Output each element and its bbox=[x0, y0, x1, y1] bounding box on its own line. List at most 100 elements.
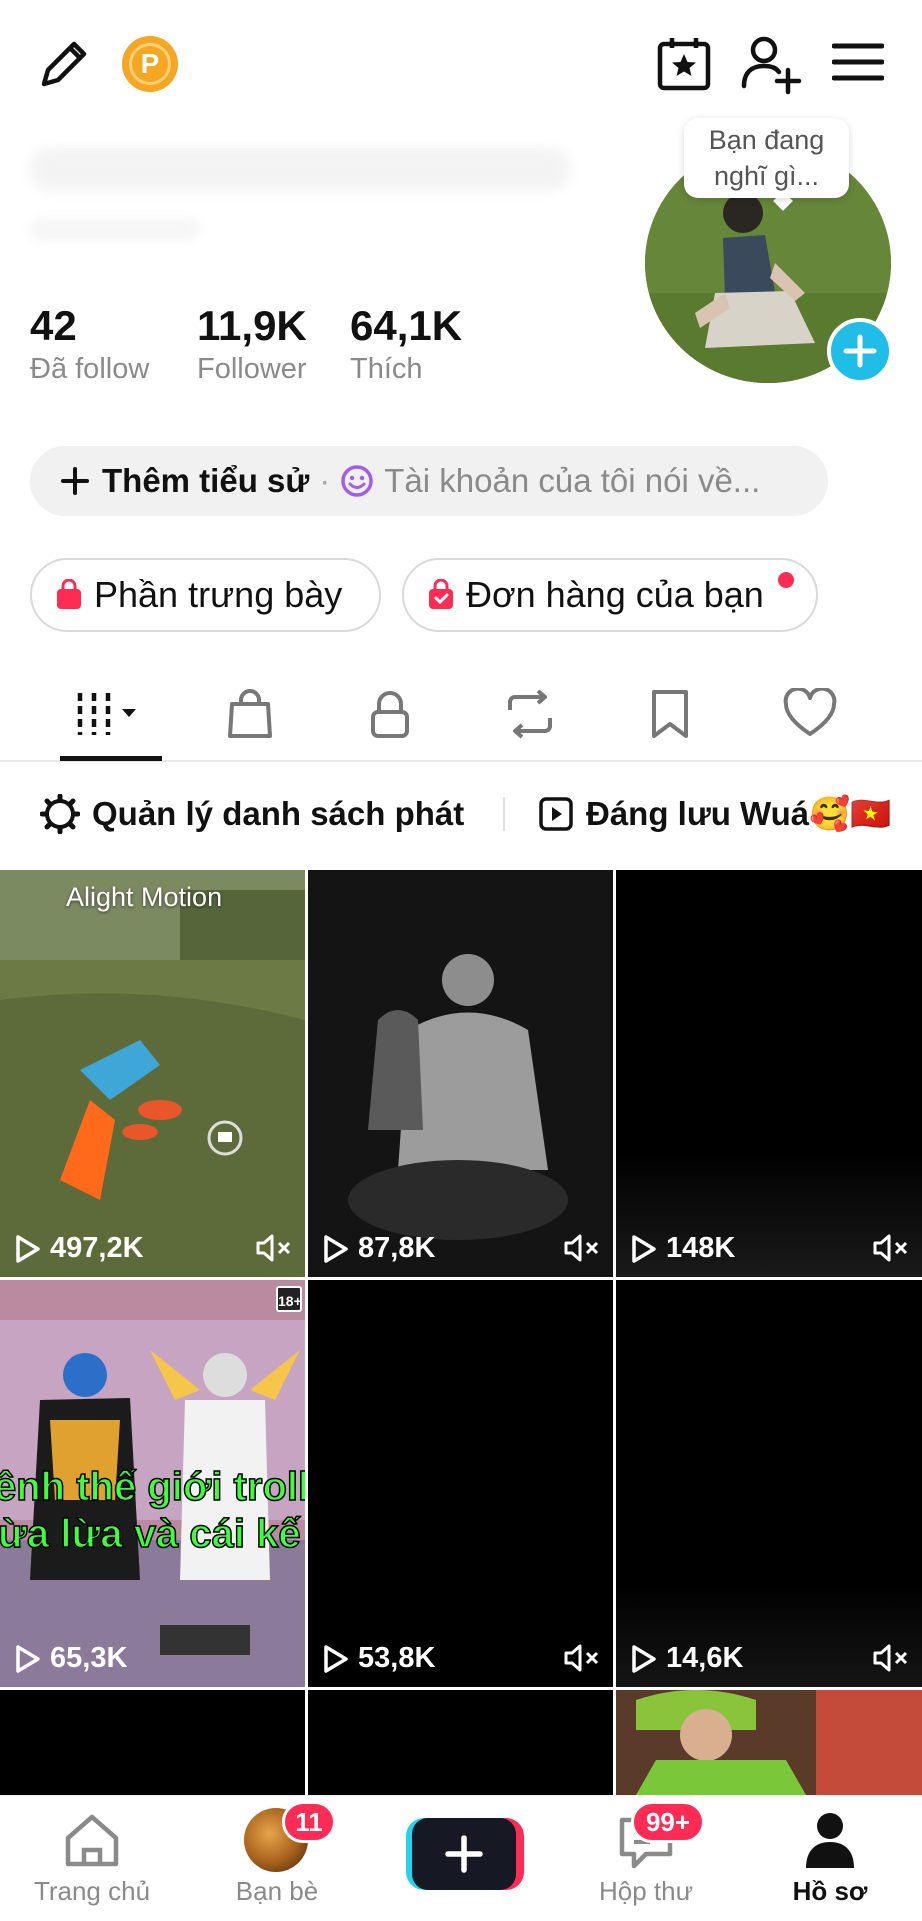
orders-label: Đơn hàng của bạn bbox=[466, 574, 764, 615]
video-6-views: 14,6K bbox=[630, 1642, 743, 1675]
view-count: 497,2K bbox=[50, 1232, 144, 1264]
add-friend-icon[interactable] bbox=[738, 32, 802, 96]
coin-letter: P bbox=[129, 43, 171, 85]
video-4-caption-line-1: ênh thế giới troll l bbox=[0, 1464, 305, 1510]
video-5-image bbox=[308, 1280, 613, 1687]
muted-icon bbox=[563, 1233, 601, 1263]
muted-icon bbox=[563, 1643, 601, 1673]
stat-followers-value: 11,9K bbox=[197, 302, 307, 349]
play-outline-icon bbox=[324, 1234, 348, 1263]
play-outline-icon bbox=[324, 1644, 348, 1673]
content-tabs bbox=[0, 668, 922, 762]
orders-chip[interactable]: Đơn hàng của bạn bbox=[402, 558, 818, 632]
grid-icon bbox=[77, 693, 136, 735]
plus-icon bbox=[843, 334, 877, 368]
heart-icon bbox=[783, 688, 837, 736]
add-story-button[interactable] bbox=[827, 318, 893, 384]
nav-friends[interactable]: 11 Bạn bè bbox=[202, 1796, 352, 1921]
view-count: 87,8K bbox=[358, 1232, 436, 1264]
menu-icon[interactable] bbox=[832, 40, 884, 84]
tab-reposts[interactable] bbox=[470, 668, 590, 760]
note-bubble[interactable]: Bạn đang nghĩ gì... bbox=[684, 118, 849, 198]
tab-private[interactable] bbox=[330, 668, 450, 760]
friends-badge: 11 bbox=[282, 1801, 336, 1843]
video-2-image bbox=[308, 870, 613, 1277]
add-bio-pill[interactable]: Thêm tiểu sử · Tài khoản của tôi nói về.… bbox=[30, 446, 828, 516]
playlist-divider bbox=[503, 797, 505, 831]
bottom-nav: Trang chủ 11 Bạn bè 99+ Hộp thư Hồ sơ bbox=[0, 1795, 922, 1921]
manage-playlists-label: Quản lý danh sách phát bbox=[92, 795, 465, 832]
video-thumbnail-3[interactable]: 148K bbox=[616, 870, 922, 1277]
add-bio-label: Thêm tiểu sử bbox=[102, 462, 310, 499]
play-outline-icon bbox=[16, 1644, 40, 1673]
nav-profile[interactable]: Hồ sơ bbox=[755, 1796, 905, 1921]
video-5-views: 53,8K bbox=[322, 1642, 435, 1675]
video-2-views: 87,8K bbox=[322, 1232, 435, 1265]
gear-icon bbox=[40, 794, 80, 834]
lock-icon bbox=[371, 691, 409, 738]
video-thumbnail-9[interactable] bbox=[616, 1690, 922, 1795]
video-1-views: 497,2K bbox=[14, 1232, 144, 1265]
repost-icon bbox=[508, 689, 552, 739]
calendar-star-icon[interactable] bbox=[654, 34, 714, 94]
video-3-views: 148K bbox=[630, 1232, 735, 1265]
plus-icon bbox=[61, 467, 89, 495]
watermark-text: Alight Motion bbox=[66, 882, 223, 912]
play-square-icon bbox=[539, 797, 573, 831]
play-outline-icon bbox=[632, 1644, 656, 1673]
playlist-row: Quản lý danh sách phát Đáng lưu Wuá🥰🇻🇳 bbox=[0, 776, 922, 852]
stat-followers-label: Follower bbox=[197, 353, 307, 385]
view-count: 53,8K bbox=[358, 1642, 436, 1674]
playlist-item[interactable]: Đáng lưu Wuá🥰🇻🇳 bbox=[538, 795, 891, 834]
tab-liked[interactable] bbox=[750, 668, 870, 760]
age-rating-badge: 18+ bbox=[276, 1286, 302, 1312]
shopping-bag-pink-icon bbox=[54, 579, 84, 611]
video-thumbnail-8[interactable] bbox=[308, 1690, 613, 1795]
view-count: 148K bbox=[666, 1232, 736, 1264]
video-thumbnail-1[interactable]: Alight Motion 497,2K bbox=[0, 870, 305, 1277]
bio-placeholder: Tài khoản của tôi nói về... bbox=[384, 462, 761, 499]
showcase-label: Phần trưng bày bbox=[94, 574, 343, 615]
playlist-name: Đáng lưu Wuá🥰🇻🇳 bbox=[586, 794, 892, 832]
video-1-image bbox=[0, 870, 305, 1277]
manage-playlists-button[interactable]: Quản lý danh sách phát bbox=[40, 794, 464, 834]
orders-notification-dot bbox=[778, 572, 794, 588]
video-thumbnail-6[interactable]: 14,6K bbox=[616, 1280, 922, 1687]
video-thumbnail-7[interactable] bbox=[0, 1690, 305, 1795]
nav-friends-label: Bạn bè bbox=[235, 1876, 319, 1906]
nav-home[interactable]: Trang chủ bbox=[17, 1796, 167, 1921]
smiley-icon bbox=[340, 464, 374, 498]
video-4-views: 65,3K bbox=[14, 1642, 127, 1675]
stat-following-value: 42 bbox=[30, 302, 77, 349]
stat-likes-value: 64,1K bbox=[350, 302, 463, 349]
muted-icon bbox=[255, 1233, 293, 1263]
play-outline-icon bbox=[632, 1234, 656, 1263]
note-bubble-text: Bạn đang nghĩ gì... bbox=[708, 125, 825, 191]
coin-icon[interactable]: P bbox=[122, 36, 178, 92]
nav-inbox-label: Hộp thư bbox=[598, 1876, 693, 1906]
tab-videos[interactable] bbox=[50, 668, 170, 760]
video-thumbnail-4[interactable]: 18+ ênh thế giới troll l ừa lừa và cái k… bbox=[0, 1280, 305, 1687]
nav-create[interactable] bbox=[386, 1796, 536, 1921]
tab-shop[interactable] bbox=[190, 668, 310, 760]
profile-icon bbox=[806, 1813, 854, 1868]
edit-pencil-icon[interactable] bbox=[34, 34, 94, 94]
tab-favorites[interactable] bbox=[610, 668, 730, 760]
nav-inbox[interactable]: 99+ Hộp thư bbox=[571, 1796, 721, 1921]
video-3-image bbox=[616, 870, 922, 1277]
active-tab-indicator bbox=[60, 756, 162, 761]
showcase-chip[interactable]: Phần trưng bày bbox=[30, 558, 381, 632]
muted-icon bbox=[872, 1643, 910, 1673]
bookmark-icon bbox=[652, 690, 688, 738]
view-count: 65,3K bbox=[50, 1642, 128, 1674]
stat-likes-label: Thích bbox=[350, 353, 423, 385]
create-plus-icon bbox=[445, 1835, 483, 1873]
video-4-caption-line-2: ừa lừa và cái kế bbox=[0, 1511, 301, 1557]
video-thumbnail-2[interactable]: 87,8K bbox=[308, 870, 613, 1277]
video-thumbnail-5[interactable]: 53,8K bbox=[308, 1280, 613, 1687]
muted-icon bbox=[872, 1233, 910, 1263]
home-icon bbox=[65, 1814, 119, 1867]
video-9-image bbox=[616, 1690, 922, 1795]
play-outline-icon bbox=[16, 1234, 40, 1263]
view-count: 14,6K bbox=[666, 1642, 744, 1674]
